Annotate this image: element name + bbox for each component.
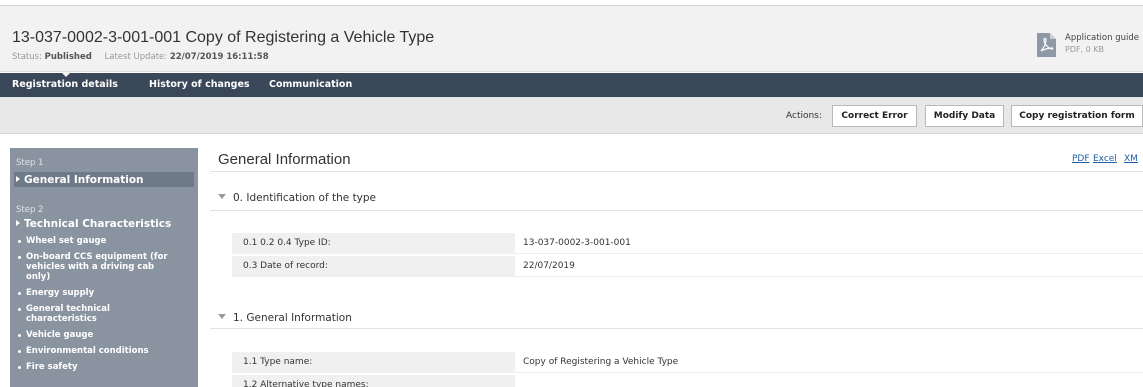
export-pdf-link[interactable]: PDF bbox=[1072, 154, 1090, 164]
field-label-type-name: 1.1 Type name: bbox=[232, 352, 515, 373]
chevron-down-icon bbox=[218, 314, 226, 319]
application-guide-link[interactable]: Application guide PDF, 0 KB bbox=[1034, 30, 1143, 60]
triangle-right-icon bbox=[16, 176, 20, 182]
update-label: Latest Update: bbox=[104, 52, 168, 62]
status-value: Published bbox=[44, 52, 92, 62]
sidebar-subitem-fire-safety[interactable]: Fire safety bbox=[14, 362, 179, 372]
sidebar-subitem-on-board-ccs[interactable]: On-board CCS equipment (for vehicles wit… bbox=[14, 252, 179, 282]
tab-registration-details[interactable]: Registration details bbox=[12, 79, 118, 90]
copy-registration-form-button[interactable]: Copy registration form bbox=[1011, 105, 1143, 127]
field-label-date-of-record: 0.3 Date of record: bbox=[232, 256, 515, 277]
page-title: 13-037-0002-3-001-001 Copy of Registerin… bbox=[12, 29, 435, 46]
guide-subtitle: PDF, 0 KB bbox=[1065, 45, 1105, 54]
export-xml-link[interactable]: XM bbox=[1124, 154, 1138, 164]
steps-sidebar: Step 1 General Information Step 2 Techni… bbox=[10, 148, 198, 387]
correct-error-button[interactable]: Correct Error bbox=[832, 105, 917, 127]
field-value-alternative-type-names bbox=[515, 375, 1143, 387]
field-label-alternative-type-names: 1.2 Alternative type names: bbox=[232, 375, 515, 387]
step-2-label: Step 2 bbox=[16, 205, 44, 215]
actions-bar: Actions: Correct Error Modify Data Copy … bbox=[0, 97, 1143, 134]
chevron-down-icon bbox=[218, 194, 226, 199]
tab-communication[interactable]: Communication bbox=[269, 79, 352, 90]
section-heading: 1. General Information bbox=[233, 312, 352, 324]
active-tab-pointer bbox=[61, 72, 71, 77]
field-label-type-id: 0.1 0.2 0.4 Type ID: bbox=[232, 233, 515, 254]
triangle-right-icon bbox=[16, 220, 20, 226]
sidebar-item-label: Technical Characteristics bbox=[24, 218, 172, 230]
sidebar-item-label: General Information bbox=[24, 174, 144, 186]
tab-bar: Registration details History of changes … bbox=[0, 72, 1143, 97]
section-general-information[interactable]: 1. General Information bbox=[218, 312, 352, 324]
field-value-type-name: Copy of Registering a Vehicle Type bbox=[515, 352, 1143, 373]
sidebar-item-general-information[interactable]: General Information bbox=[16, 174, 144, 186]
section-identification-of-the-type[interactable]: 0. Identification of the type bbox=[218, 192, 376, 204]
pdf-icon bbox=[1034, 32, 1058, 58]
divider bbox=[210, 210, 1143, 211]
update-value: 22/07/2019 16:11:58 bbox=[169, 52, 269, 62]
sidebar-subitem-environmental-conditions[interactable]: Environmental conditions bbox=[14, 346, 179, 356]
page-header: 13-037-0002-3-001-001 Copy of Registerin… bbox=[0, 6, 1143, 72]
step-1-label: Step 1 bbox=[16, 158, 44, 168]
guide-title: Application guide bbox=[1065, 33, 1139, 43]
section-heading: 0. Identification of the type bbox=[233, 192, 377, 204]
divider bbox=[210, 171, 1143, 172]
actions-label: Actions: bbox=[786, 111, 822, 121]
tab-history-of-changes[interactable]: History of changes bbox=[149, 79, 250, 90]
export-excel-link[interactable]: Excel bbox=[1093, 154, 1117, 164]
modify-data-button[interactable]: Modify Data bbox=[925, 105, 1004, 127]
sidebar-subitem-vehicle-gauge[interactable]: Vehicle gauge bbox=[14, 330, 179, 340]
divider bbox=[210, 328, 1143, 329]
status-label: Status: bbox=[12, 52, 42, 62]
field-value-type-id: 13-037-0002-3-001-001 bbox=[515, 233, 1143, 254]
status-line: Status: Published Latest Update: 22/07/2… bbox=[12, 52, 269, 62]
sidebar-subitem-energy-supply[interactable]: Energy supply bbox=[14, 288, 179, 298]
section-title: General Information bbox=[218, 151, 351, 168]
sidebar-subitem-wheel-set-gauge[interactable]: Wheel set gauge bbox=[14, 236, 179, 246]
technical-characteristics-list: Wheel set gauge On-board CCS equipment (… bbox=[14, 236, 179, 378]
sidebar-subitem-general-technical[interactable]: General technical characteristics bbox=[14, 304, 179, 324]
field-value-date-of-record: 22/07/2019 bbox=[515, 256, 1143, 277]
sidebar-item-technical-characteristics[interactable]: Technical Characteristics bbox=[16, 218, 171, 230]
